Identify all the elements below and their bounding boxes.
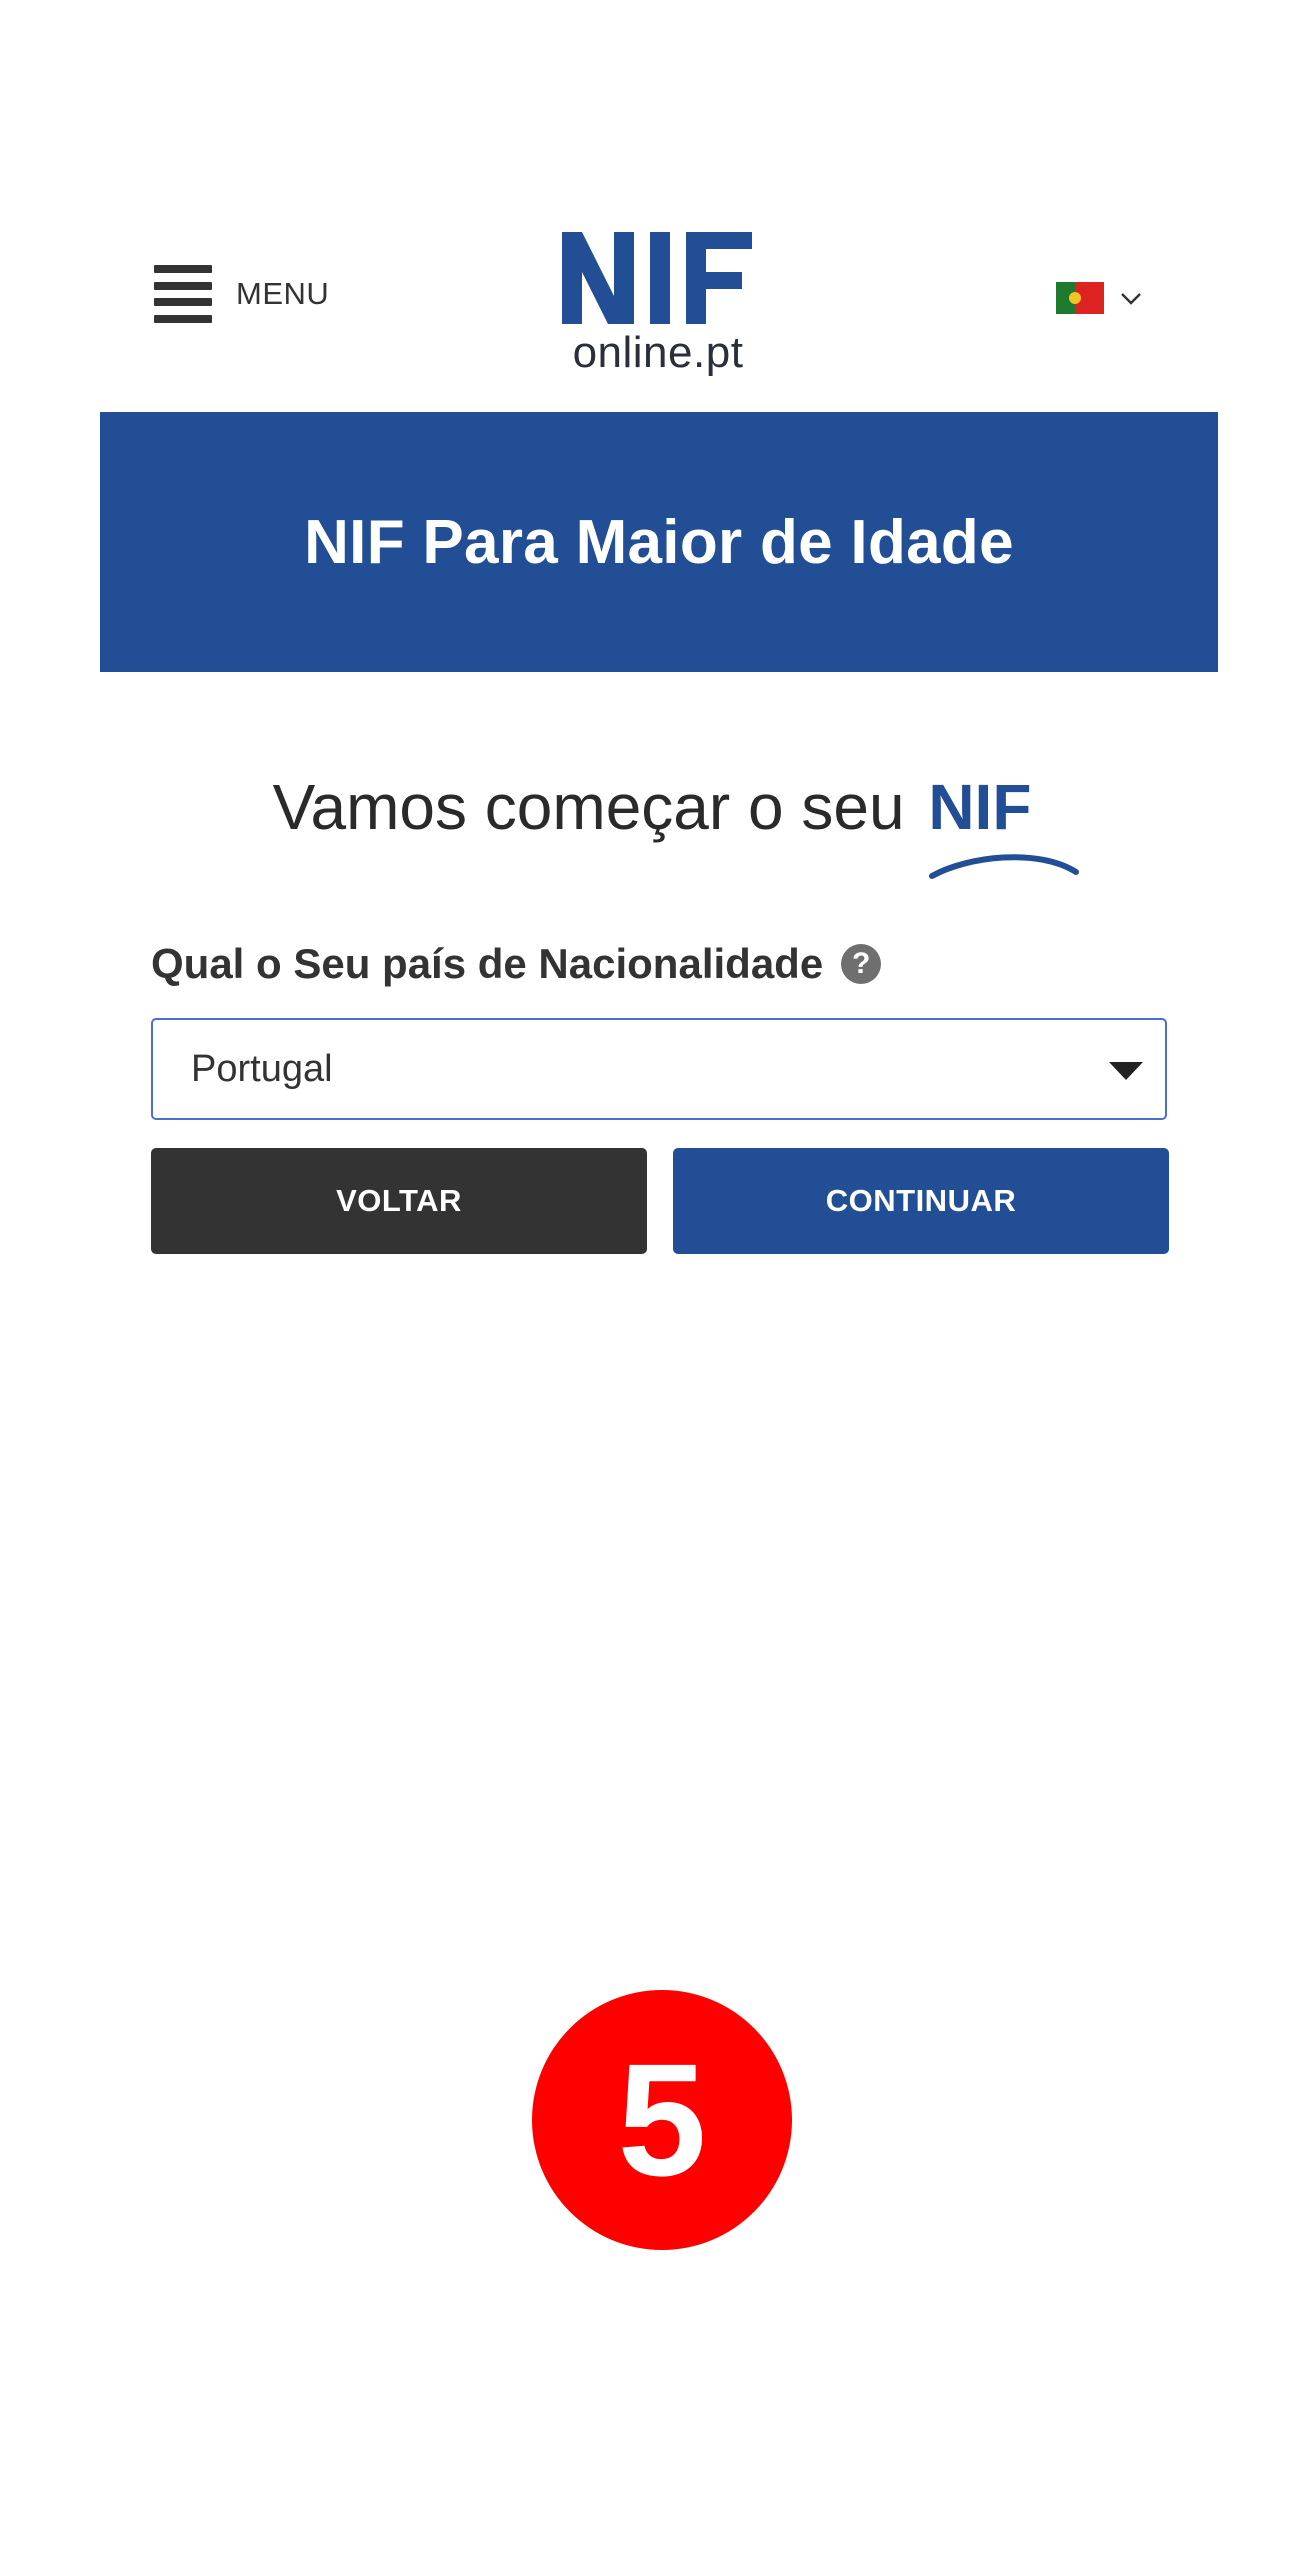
help-icon[interactable]: ? [841, 944, 882, 984]
language-selector[interactable] [1056, 282, 1144, 314]
underline-swoosh-icon [929, 854, 1079, 879]
country-select-value: Portugal [191, 1047, 333, 1090]
logo-subtext: online.pt [572, 328, 744, 377]
step-number-badge: 5 [532, 1990, 792, 2250]
start-heading-text: Vamos começar o seu [272, 771, 905, 843]
step-number: 5 [617, 2030, 707, 2209]
back-button[interactable]: VOLTAR [151, 1148, 647, 1254]
page-banner: NIF Para Maior de Idade [100, 412, 1218, 672]
country-select[interactable]: Portugal [151, 1018, 1167, 1120]
flag-portugal-icon [1056, 282, 1104, 314]
caret-down-icon [1109, 1062, 1143, 1080]
nif-logo-mark-icon [562, 232, 752, 324]
continue-button[interactable]: CONTINUAR [673, 1148, 1169, 1254]
chevron-down-icon [1121, 293, 1141, 305]
menu-button[interactable]: MENU [154, 262, 329, 326]
nif-online-logo[interactable]: online.pt [558, 228, 758, 378]
nationality-label: Qual o Seu país de Nacionalidade ? [151, 940, 882, 988]
menu-label: MENU [236, 276, 330, 311]
heading-brand-word: NIF [928, 771, 1032, 843]
start-heading: Vamos começar o seu NIF [0, 770, 1304, 844]
hamburger-menu-icon [154, 265, 212, 323]
nationality-label-text: Qual o Seu país de Nacionalidade [151, 940, 824, 987]
site-header: MENU online.pt [0, 0, 1304, 412]
page-title: NIF Para Maior de Idade [304, 507, 1014, 577]
